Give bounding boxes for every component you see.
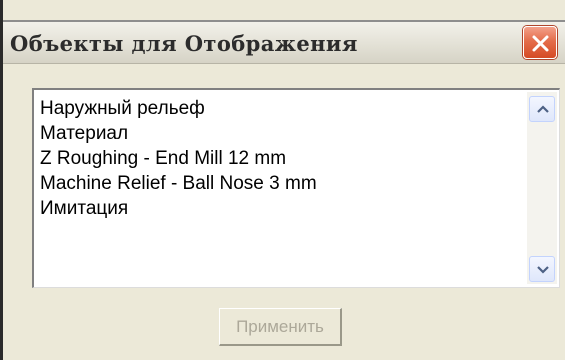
apply-button[interactable]: Применить: [219, 308, 342, 346]
list-item[interactable]: Материал: [40, 121, 317, 146]
chevron-up-icon: [537, 105, 549, 113]
list-items: Наружный рельеф Материал Z Roughing - En…: [40, 96, 317, 221]
list-item[interactable]: Z Roughing - End Mill 12 mm: [40, 146, 317, 171]
list-item[interactable]: Наружный рельеф: [40, 96, 317, 121]
scroll-up-button[interactable]: [529, 96, 555, 122]
chevron-down-icon: [537, 266, 549, 274]
scroll-down-button[interactable]: [529, 256, 555, 282]
list-item[interactable]: Machine Relief - Ball Nose 3 mm: [40, 171, 317, 196]
dialog-window: Объекты для Отображения Наружный рельеф …: [0, 0, 565, 360]
vertical-scrollbar[interactable]: [527, 92, 557, 284]
close-icon: [532, 35, 549, 52]
window-title: Объекты для Отображения: [10, 31, 358, 56]
objects-listbox[interactable]: Наружный рельеф Материал Z Roughing - En…: [32, 88, 560, 288]
list-item[interactable]: Имитация: [40, 196, 317, 221]
title-bar: Объекты для Отображения: [3, 20, 565, 64]
close-button[interactable]: [523, 26, 557, 59]
